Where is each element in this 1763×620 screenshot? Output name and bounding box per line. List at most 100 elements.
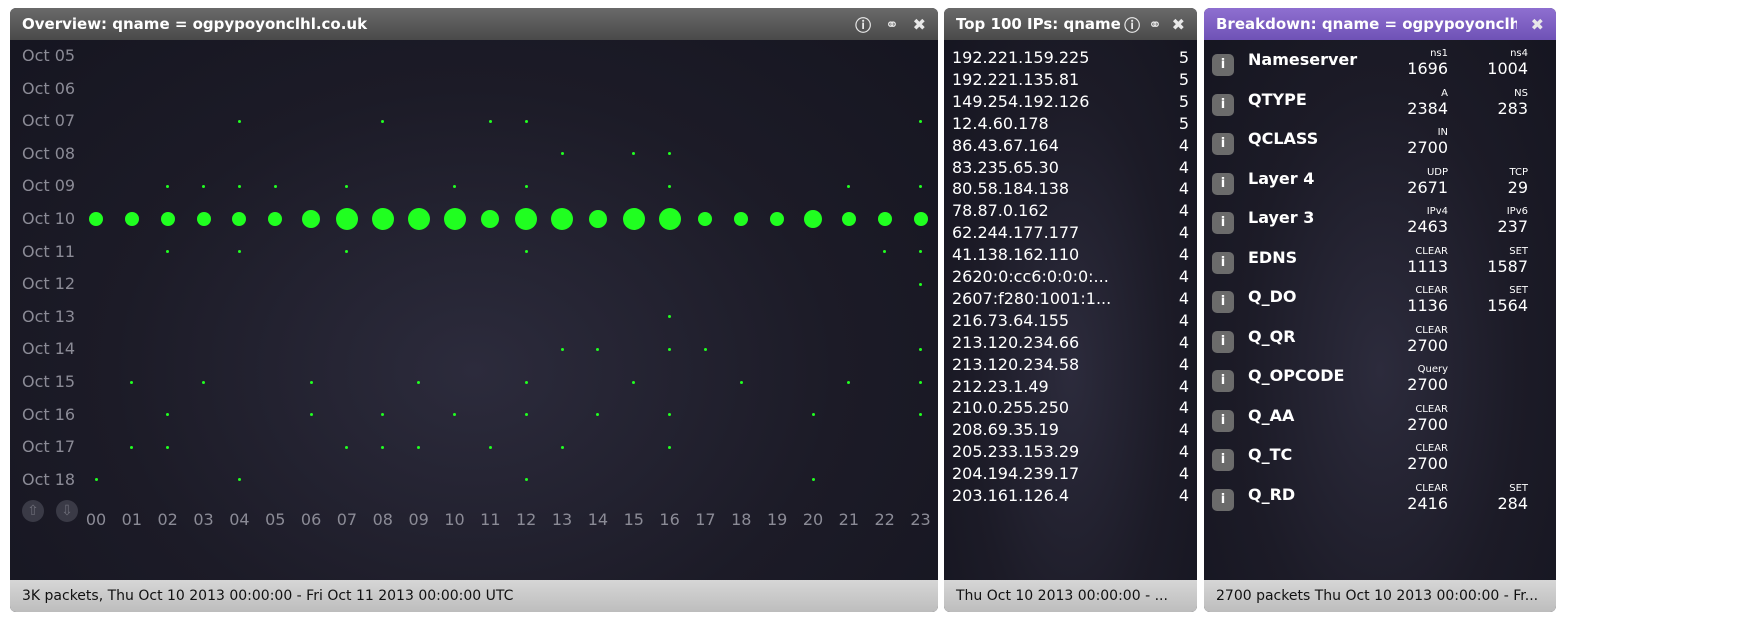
- breakdown-value[interactable]: UDP 2671: [1378, 167, 1448, 197]
- info-icon[interactable]: i: [1212, 133, 1234, 155]
- data-dot-small[interactable]: [345, 184, 349, 188]
- data-dot[interactable]: [658, 208, 681, 230]
- breakdown-value[interactable]: IN 2700: [1378, 127, 1448, 157]
- data-dot-small[interactable]: [166, 445, 170, 449]
- data-dot[interactable]: [335, 208, 358, 230]
- data-dot-small[interactable]: [847, 184, 851, 188]
- data-dot-small[interactable]: [811, 478, 815, 482]
- ip-row[interactable]: 212.23.1.49 4: [952, 377, 1189, 399]
- data-dot[interactable]: [371, 208, 394, 230]
- data-dot-small[interactable]: [417, 445, 421, 449]
- breakdown-value[interactable]: ns4 1004: [1458, 48, 1528, 78]
- data-dot[interactable]: [804, 210, 822, 228]
- data-dot-small[interactable]: [524, 413, 528, 417]
- data-dot-small[interactable]: [560, 152, 564, 156]
- data-dot-small[interactable]: [273, 184, 277, 188]
- data-dot-small[interactable]: [202, 184, 206, 188]
- data-dot[interactable]: [232, 212, 247, 226]
- ip-row[interactable]: 216.73.64.155 4: [952, 311, 1189, 333]
- lock-icon[interactable]: ⚭: [1148, 15, 1161, 34]
- data-dot-small[interactable]: [524, 478, 528, 482]
- data-dot-small[interactable]: [309, 413, 313, 417]
- breakdown-value[interactable]: IPv6 237: [1458, 206, 1528, 236]
- data-dot-small[interactable]: [668, 347, 672, 351]
- data-dot-small[interactable]: [811, 413, 815, 417]
- data-dot-small[interactable]: [632, 152, 636, 156]
- breakdown-value[interactable]: CLEAR 2700: [1378, 325, 1448, 355]
- breakdown-value[interactable]: CLEAR 2700: [1378, 404, 1448, 434]
- data-dot-small[interactable]: [237, 184, 241, 188]
- data-dot[interactable]: [443, 208, 466, 230]
- data-dot-small[interactable]: [668, 445, 672, 449]
- data-dot-small[interactable]: [202, 380, 206, 384]
- data-dot-small[interactable]: [130, 380, 134, 384]
- scroll-up-button[interactable]: ⇧: [22, 500, 44, 522]
- data-dot-small[interactable]: [524, 184, 528, 188]
- info-icon[interactable]: i: [1212, 370, 1234, 392]
- ip-row[interactable]: 213.120.234.58 4: [952, 355, 1189, 377]
- ip-row[interactable]: 205.233.153.29 4: [952, 442, 1189, 464]
- data-dot-small[interactable]: [668, 413, 672, 417]
- info-icon[interactable]: i: [1212, 93, 1234, 116]
- breakdown-value[interactable]: CLEAR 1113: [1378, 246, 1448, 276]
- data-dot-small[interactable]: [739, 380, 743, 384]
- unlock-icon[interactable]: ⚭: [885, 15, 898, 34]
- data-dot-small[interactable]: [919, 413, 923, 417]
- data-dot[interactable]: [770, 212, 785, 226]
- data-dot-small[interactable]: [453, 413, 456, 417]
- info-icon[interactable]: i: [1212, 330, 1234, 353]
- data-dot-small[interactable]: [703, 347, 707, 351]
- data-dot-small[interactable]: [381, 119, 385, 123]
- data-dot-small[interactable]: [237, 119, 241, 123]
- data-dot-small[interactable]: [919, 347, 923, 351]
- data-dot-small[interactable]: [668, 152, 672, 156]
- data-dot-small[interactable]: [488, 119, 492, 123]
- breakdown-value[interactable]: A 2384: [1378, 88, 1448, 118]
- ip-row[interactable]: 86.43.67.164 4: [952, 136, 1189, 158]
- data-dot[interactable]: [268, 212, 283, 226]
- ip-row[interactable]: 2607:f280:1001:1... 4: [952, 289, 1189, 311]
- data-dot-small[interactable]: [166, 184, 170, 188]
- ip-row[interactable]: 210.0.255.250 4: [952, 398, 1189, 420]
- breakdown-value[interactable]: CLEAR 2416: [1378, 483, 1448, 513]
- data-dot-small[interactable]: [166, 250, 170, 254]
- ip-row[interactable]: 2620:0:cc6:0:0:0:... 4: [952, 267, 1189, 289]
- data-dot-small[interactable]: [883, 250, 887, 254]
- breakdown-value[interactable]: Query 2700: [1378, 364, 1448, 394]
- data-dot-small[interactable]: [668, 315, 672, 319]
- info-icon[interactable]: i: [1212, 212, 1234, 234]
- breakdown-value[interactable]: CLEAR 1136: [1378, 285, 1448, 315]
- breakdown-value[interactable]: ns1 1696: [1378, 48, 1448, 78]
- data-dot-small[interactable]: [166, 413, 170, 417]
- data-dot[interactable]: [877, 212, 892, 226]
- info-icon[interactable]: i: [1212, 251, 1234, 274]
- data-dot[interactable]: [124, 212, 139, 226]
- data-dot-small[interactable]: [130, 445, 134, 449]
- ip-row[interactable]: 208.69.35.19 4: [952, 420, 1189, 442]
- data-dot-small[interactable]: [417, 380, 421, 384]
- info-icon[interactable]: i: [1212, 54, 1234, 76]
- data-dot-small[interactable]: [919, 282, 923, 286]
- data-dot-small[interactable]: [381, 445, 385, 449]
- data-dot-small[interactable]: [488, 445, 492, 449]
- breakdown-value[interactable]: SET 284: [1458, 483, 1528, 513]
- info-icon[interactable]: i: [1212, 449, 1234, 471]
- data-dot[interactable]: [481, 210, 500, 228]
- data-dot-small[interactable]: [596, 347, 600, 351]
- data-dot[interactable]: [551, 208, 574, 230]
- data-dot-small[interactable]: [668, 184, 672, 188]
- data-dot-small[interactable]: [524, 380, 528, 384]
- data-dot-small[interactable]: [919, 380, 923, 384]
- breakdown-value[interactable]: NS 283: [1458, 88, 1528, 118]
- data-dot-small[interactable]: [524, 250, 528, 254]
- data-dot[interactable]: [196, 212, 211, 226]
- data-dot[interactable]: [841, 212, 856, 226]
- data-dot[interactable]: [160, 212, 175, 226]
- data-dot[interactable]: [302, 210, 321, 228]
- data-dot[interactable]: [588, 210, 607, 228]
- info-icon[interactable]: ⓘ: [855, 12, 871, 36]
- data-dot-small[interactable]: [919, 119, 923, 123]
- data-dot-small[interactable]: [560, 445, 564, 449]
- data-dot-small[interactable]: [919, 250, 923, 254]
- info-icon[interactable]: i: [1212, 172, 1234, 195]
